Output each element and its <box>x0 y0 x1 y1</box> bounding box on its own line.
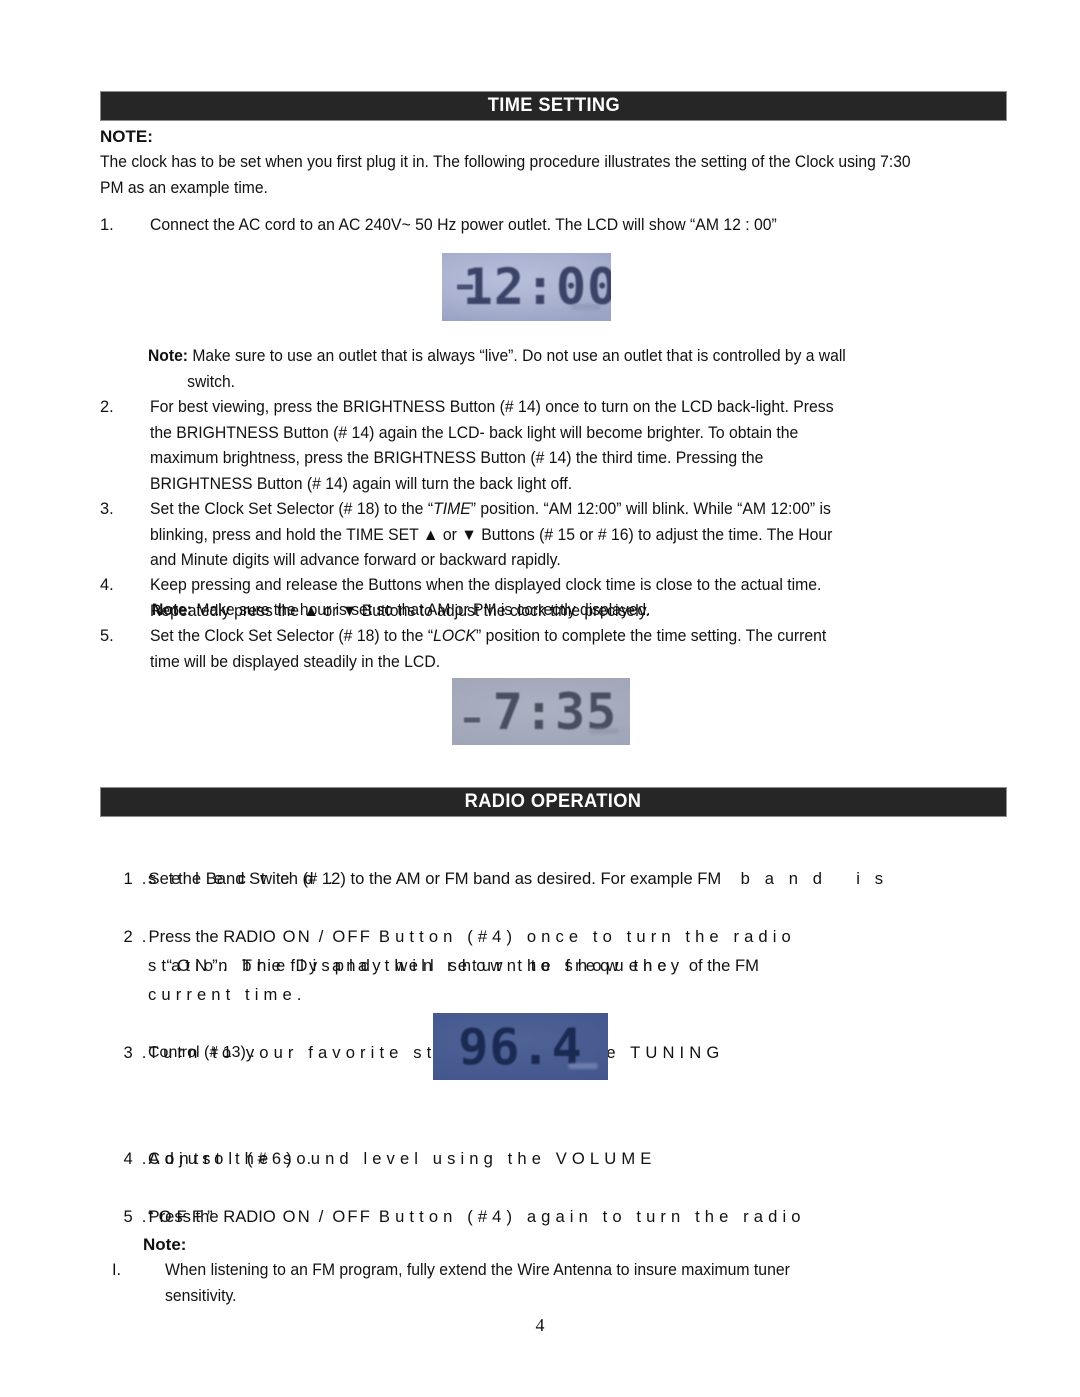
section-title: RADIO OPERATION <box>465 791 642 812</box>
lcd-glare <box>567 1063 598 1070</box>
lcd-clock-735-image: 7:35 <box>452 678 630 745</box>
lcd-reading: 12:00 <box>462 258 611 316</box>
lcd-clock-1200-image: 12:00 <box>442 253 611 321</box>
step-number: 1 . <box>123 869 149 888</box>
step-number: 3 . <box>123 1043 149 1062</box>
section-title: TIME SETTING <box>487 95 620 116</box>
step-number: 5 . <box>123 1207 149 1226</box>
time-step-1: 1. Connect the AC cord to an AC 240V~ 50… <box>100 213 1010 239</box>
final-note-item: I. When listening to an FM program, full… <box>112 1258 1012 1309</box>
final-note-heading: Note: <box>143 1235 187 1254</box>
note-body: The clock has to be set when you first p… <box>100 153 911 197</box>
inline-note-label: Note: <box>148 347 189 365</box>
lcd-glare <box>589 728 620 735</box>
radio-step-4-line2: Control (#6) . <box>148 1149 317 1168</box>
time-step-3: 3. Set the Clock Set Selector (# 18) to … <box>100 497 1015 574</box>
time-step-2: 2. For best viewing, press the BRIGHTNES… <box>100 395 1015 497</box>
subnote-text: Make sure the hour is set so that AM or … <box>192 601 651 619</box>
section-header-radio-operation: RADIO OPERATION <box>100 787 1007 817</box>
section-header-time-setting: TIME SETTING <box>100 91 1007 121</box>
radio-step-2-line3: station briefly and then return to show … <box>148 956 672 975</box>
subnote-label: Note: <box>152 601 193 619</box>
time-step-5: 5. Set the Clock Set Selector (# 18) to … <box>100 624 1015 675</box>
time-step-4-subnote: Note: Make sure the hour is set so that … <box>152 598 992 624</box>
lcd-frequency-964-image: 96.4 <box>433 1013 608 1080</box>
note-heading: NOTE: <box>100 127 153 146</box>
inline-note-text: Make sure to use an outlet that is alway… <box>187 347 846 391</box>
item-text: When listening to an FM program, fully e… <box>165 1261 790 1305</box>
item-marker: I. <box>112 1261 122 1279</box>
step-number: 3. <box>100 500 114 518</box>
step-text: Set the Clock Set Selector (# 18) to the… <box>150 497 982 574</box>
step-number: 4 . <box>123 1149 149 1168</box>
lcd-glare <box>570 304 601 311</box>
step-text: For best viewing, press the BRIGHTNESS B… <box>150 398 834 493</box>
lcd-reading: 96.4 <box>458 1017 583 1076</box>
step-text-pre: Set the Clock Set Selector (# 18) to the… <box>150 627 434 645</box>
page-number: 4 <box>535 1315 545 1335</box>
inline-note-block: Note: Make sure to use an outlet that is… <box>148 344 988 395</box>
document-page: TIME SETTING NOTE: The clock has to be s… <box>0 0 1080 1397</box>
step-emphasis: TIME <box>433 500 471 518</box>
radio-step-5-line2: “OFF” <box>148 1207 218 1226</box>
step-number: 2 . <box>123 927 149 946</box>
step-number: 1. <box>100 216 114 234</box>
radio-step-2-line4: current time. <box>148 985 307 1004</box>
step-text-pre: Set the Clock Set Selector (# 18) to the… <box>150 500 434 518</box>
step-text: Set the Clock Set Selector (# 18) to the… <box>150 624 982 675</box>
step-number: 5. <box>100 627 114 645</box>
radio-step-1-line2: s e l e c t e d . <box>148 869 338 888</box>
step-number: 2. <box>100 398 114 416</box>
step-text: Connect the AC cord to an AC 240V~ 50 Hz… <box>150 216 777 234</box>
step-number: 4. <box>100 576 114 594</box>
step-emphasis: LOCK <box>433 627 477 645</box>
lcd-reading: 7:35 <box>492 682 618 741</box>
